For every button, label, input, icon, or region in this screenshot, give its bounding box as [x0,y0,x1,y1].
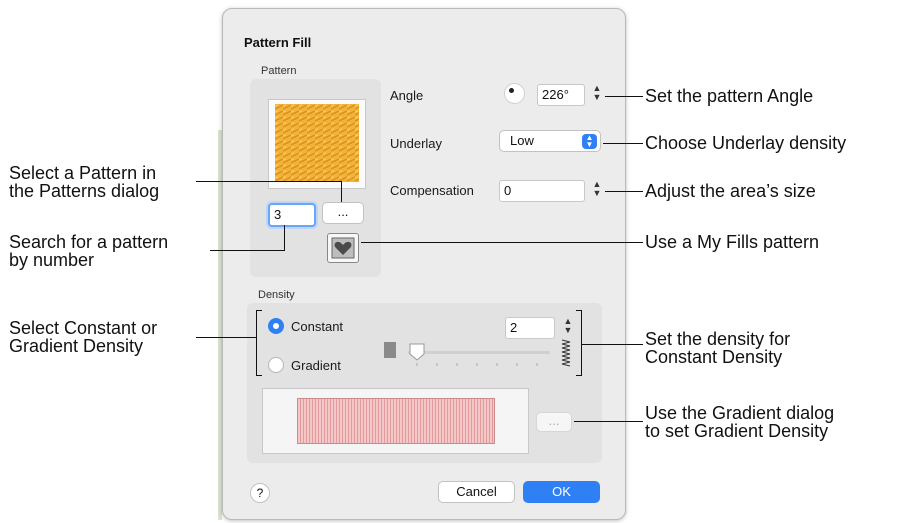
gradient-label: Gradient [291,358,341,373]
pattern-section-label: Pattern [261,65,297,77]
annotation-search-pattern-1: Search for a pattern [9,232,169,252]
angle-label: Angle [390,88,424,103]
pattern-preview[interactable] [275,104,359,182]
gradient-preview [297,398,495,444]
underlay-value: Low [510,133,534,148]
leader-line [605,96,643,97]
underlay-label: Underlay [390,136,443,151]
ok-button[interactable]: OK [523,481,600,503]
leader-line [341,181,342,202]
my-fills-button[interactable] [327,233,359,263]
cancel-button[interactable]: Cancel [438,481,515,503]
density-slider[interactable] [384,338,584,372]
annotation-select-constant-1: Select Constant or [9,318,158,338]
leader-line [361,242,643,243]
angle-dial[interactable] [504,83,525,104]
annotation-choose-underlay: Choose Underlay density [645,133,847,153]
heart-icon [331,237,355,259]
gradient-dialog-button[interactable]: ... [536,412,572,432]
annotation-set-angle: Set the pattern Angle [645,86,814,106]
browse-patterns-button[interactable]: ... [322,202,364,224]
annotation-set-density-2: Constant Density [645,347,783,367]
density-stepper[interactable]: ▲ ▼ [562,317,574,339]
annotation-select-pattern-2: the Patterns dialog [9,181,160,201]
angle-stepper[interactable]: ▲ ▼ [591,84,603,106]
constant-radio[interactable] [268,318,284,334]
bracket [576,310,582,376]
annotation-select-pattern-1: Select a Pattern in [9,163,157,183]
leader-line [603,143,643,144]
angle-input[interactable]: 226° [537,84,585,106]
leader-line [582,344,643,345]
annotation-search-pattern-2: by number [9,250,95,270]
gradient-radio[interactable] [268,357,284,373]
leader-line [284,225,285,251]
leader-line [574,421,643,422]
annotation-set-density-1: Set the density for [645,329,791,349]
density-section-label: Density [258,289,295,301]
underlay-select[interactable]: Low ▲ ▼ [499,130,601,152]
angle-dial-indicator [509,88,514,93]
leader-line [196,181,342,182]
leader-line [210,250,285,251]
compensation-stepper[interactable]: ▲ ▼ [591,180,603,202]
annotation-my-fills: Use a My Fills pattern [645,232,820,252]
density-low-icon [384,342,396,358]
compensation-input[interactable]: 0 [499,180,585,202]
constant-label: Constant [291,319,344,334]
pattern-number-input[interactable]: 3 [268,203,316,227]
leader-line [196,337,256,338]
bracket [256,310,262,376]
help-button[interactable]: ? [250,483,270,503]
density-input[interactable]: 2 [505,317,555,339]
annotation-adjust-size: Adjust the area’s size [645,181,816,201]
annotation-select-constant-2: Gradient Density [9,336,144,356]
leader-line [605,191,643,192]
annotation-gradient-dialog-1: Use the Gradient dialog [645,403,835,423]
chevron-updown-icon: ▲ ▼ [582,134,597,149]
annotation-gradient-dialog-2: to set Gradient Density [645,421,829,441]
dialog-title: Pattern Fill [244,35,312,50]
density-high-icon [561,339,571,367]
compensation-label: Compensation [390,183,474,198]
